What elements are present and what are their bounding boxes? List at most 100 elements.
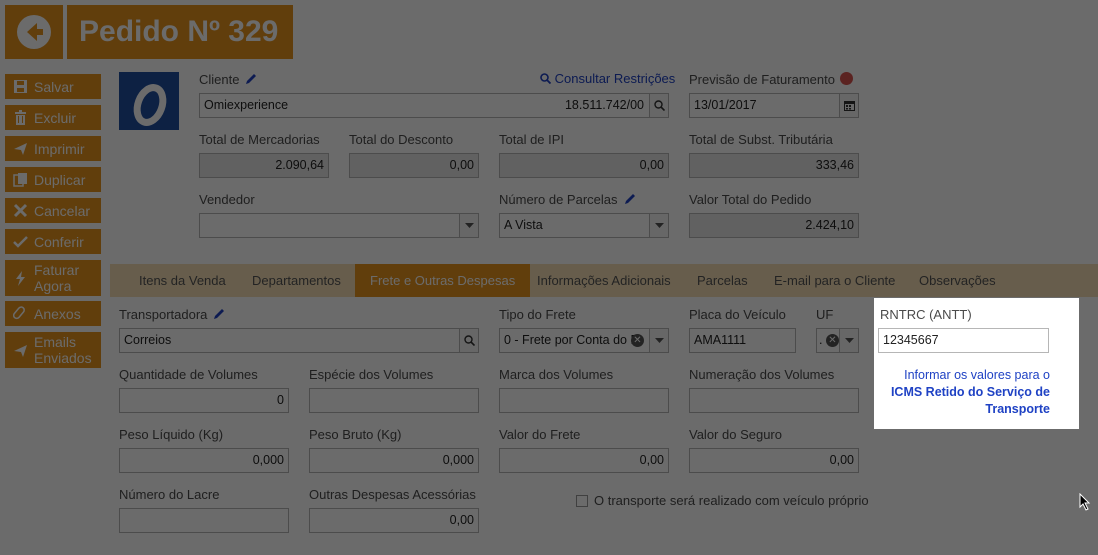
highlighted-panel: RNTRC (ANTT) 12345667 Informar os valore… [874, 298, 1079, 429]
tab-notes[interactable]: Observações [904, 264, 1011, 297]
client-search-button[interactable] [649, 94, 668, 117]
seal-number-label: Número do Lacre [119, 487, 220, 502]
freight-type-select[interactable]: 0 - Frete por Conta do E ✕ [499, 328, 669, 353]
plate-input[interactable]: AMA1111 [689, 328, 796, 353]
tab-bar: Itens da Venda Departamentos Frete e Out… [110, 264, 1098, 297]
tab-items[interactable]: Itens da Venda [124, 264, 241, 297]
total-discount-field: 0,00 [349, 153, 479, 178]
installments-value: A Vista [504, 218, 543, 232]
gross-weight-label: Peso Bruto (Kg) [309, 427, 402, 442]
calendar-button[interactable] [839, 94, 858, 117]
back-button[interactable] [5, 5, 63, 59]
save-button[interactable]: Salvar [5, 74, 101, 99]
pencil-icon[interactable] [624, 193, 636, 205]
tab-client-email[interactable]: E-mail para o Cliente [759, 264, 910, 297]
chevron-down-icon [845, 337, 854, 343]
client-input[interactable]: Omiexperience 18.511.742/00 [199, 93, 669, 118]
uf-value: . [819, 333, 823, 347]
tab-departments[interactable]: Departamentos [237, 264, 356, 297]
tab-freight[interactable]: Frete e Outras Despesas [355, 264, 531, 297]
carrier-label: Transportadora [119, 307, 225, 322]
freight-type-label: Tipo do Frete [499, 307, 576, 322]
pencil-icon[interactable] [245, 73, 257, 85]
cancel-button[interactable]: Cancelar [5, 198, 101, 223]
order-total-field: 2.424,10 [689, 213, 859, 238]
delete-button[interactable]: Excluir [5, 105, 101, 130]
seller-dropdown-button[interactable] [459, 214, 478, 237]
icms-info-link[interactable]: ICMS Retido do Serviço de Transporte [891, 385, 1050, 416]
duplicate-button[interactable]: Duplicar [5, 167, 101, 192]
volume-type-input[interactable] [309, 388, 479, 413]
print-icon [11, 140, 29, 158]
gross-weight-input[interactable]: 0,000 [309, 448, 479, 473]
close-icon [11, 202, 29, 220]
forecast-date-input[interactable]: 13/01/2017 [689, 93, 859, 118]
net-weight-input[interactable]: 0,000 [119, 448, 289, 473]
chevron-down-icon [655, 337, 664, 343]
omie-logo-icon [133, 84, 167, 126]
tab-additional-info[interactable]: Informações Adicionais [522, 264, 686, 297]
sent-emails-button[interactable]: Emails Enviados [5, 332, 101, 368]
total-ipi-field: 0,00 [499, 153, 669, 178]
forecast-date-value: 13/01/2017 [694, 98, 757, 112]
invoice-now-button[interactable]: Faturar Agora [5, 260, 101, 296]
volume-qty-input[interactable]: 0 [119, 388, 289, 413]
print-button[interactable]: Imprimir [5, 136, 101, 161]
freight-value-input[interactable]: 0,00 [499, 448, 669, 473]
check-restrictions-label: Consultar Restrições [554, 71, 676, 86]
bolt-icon [11, 269, 29, 287]
seal-number-input[interactable] [119, 508, 289, 533]
freight-type-dropdown-button[interactable] [649, 329, 668, 352]
volume-brand-label: Marca dos Volumes [499, 367, 614, 382]
rntrc-label: RNTRC (ANTT) [880, 307, 972, 322]
other-expenses-input[interactable]: 0,00 [309, 508, 479, 533]
insurance-value-label: Valor do Seguro [689, 427, 782, 442]
duplicate-button-label: Duplicar [34, 171, 86, 188]
check-button-label: Conferir [34, 233, 84, 250]
check-restrictions-link[interactable]: Consultar Restrições [540, 71, 675, 86]
sent-emails-label-1: Emails [34, 334, 77, 350]
volume-number-input[interactable] [689, 388, 859, 413]
client-logo [119, 72, 179, 130]
carrier-input[interactable]: Correios [119, 328, 479, 353]
invoice-now-label-1: Faturar [34, 262, 80, 278]
insurance-value-input[interactable]: 0,00 [689, 448, 859, 473]
volume-brand-input[interactable] [499, 388, 669, 413]
installments-dropdown-button[interactable] [649, 214, 668, 237]
save-button-label: Salvar [34, 78, 74, 95]
mouse-cursor-icon [1079, 493, 1091, 511]
uf-select[interactable]: . ✕ [816, 328, 859, 353]
search-icon [464, 335, 475, 346]
trash-icon [11, 109, 29, 127]
rntrc-input[interactable]: 12345667 [878, 328, 1049, 353]
seller-select[interactable] [199, 213, 479, 238]
own-vehicle-checkbox[interactable] [576, 495, 588, 507]
own-vehicle-checkbox-row[interactable]: O transporte será realizado com veículo … [576, 493, 869, 508]
total-subst-field: 333,46 [689, 153, 859, 178]
installments-label: Número de Parcelas [499, 192, 636, 207]
client-document: 18.511.742/00 [564, 98, 644, 112]
tab-installments[interactable]: Parcelas [682, 264, 763, 297]
volume-type-label: Espécie dos Volumes [309, 367, 434, 382]
clear-icon[interactable]: ✕ [631, 334, 644, 347]
installments-select[interactable]: A Vista [499, 213, 669, 238]
uf-dropdown-button[interactable] [839, 329, 858, 352]
clear-icon[interactable]: ✕ [826, 334, 839, 347]
order-total-label: Valor Total do Pedido [689, 192, 812, 207]
icms-info: Informar os valores para o ICMS Retido d… [880, 367, 1050, 418]
chevron-down-icon [655, 222, 664, 228]
volume-number-label: Numeração dos Volumes [689, 367, 835, 382]
forecast-label: Previsão de Faturamento [689, 72, 853, 87]
check-button[interactable]: Conferir [5, 229, 101, 254]
pencil-icon[interactable] [213, 308, 225, 320]
print-button-label: Imprimir [34, 140, 85, 157]
seller-label: Vendedor [199, 192, 255, 207]
invoice-now-label-2: Agora [34, 278, 72, 294]
carrier-search-button[interactable] [459, 329, 478, 352]
attachments-button[interactable]: Anexos [5, 301, 101, 326]
search-icon [540, 73, 552, 85]
icms-info-text: Informar os valores para o [904, 368, 1050, 382]
net-weight-label: Peso Líquido (Kg) [119, 427, 224, 442]
delete-button-label: Excluir [34, 109, 77, 126]
chevron-down-icon [465, 222, 474, 228]
